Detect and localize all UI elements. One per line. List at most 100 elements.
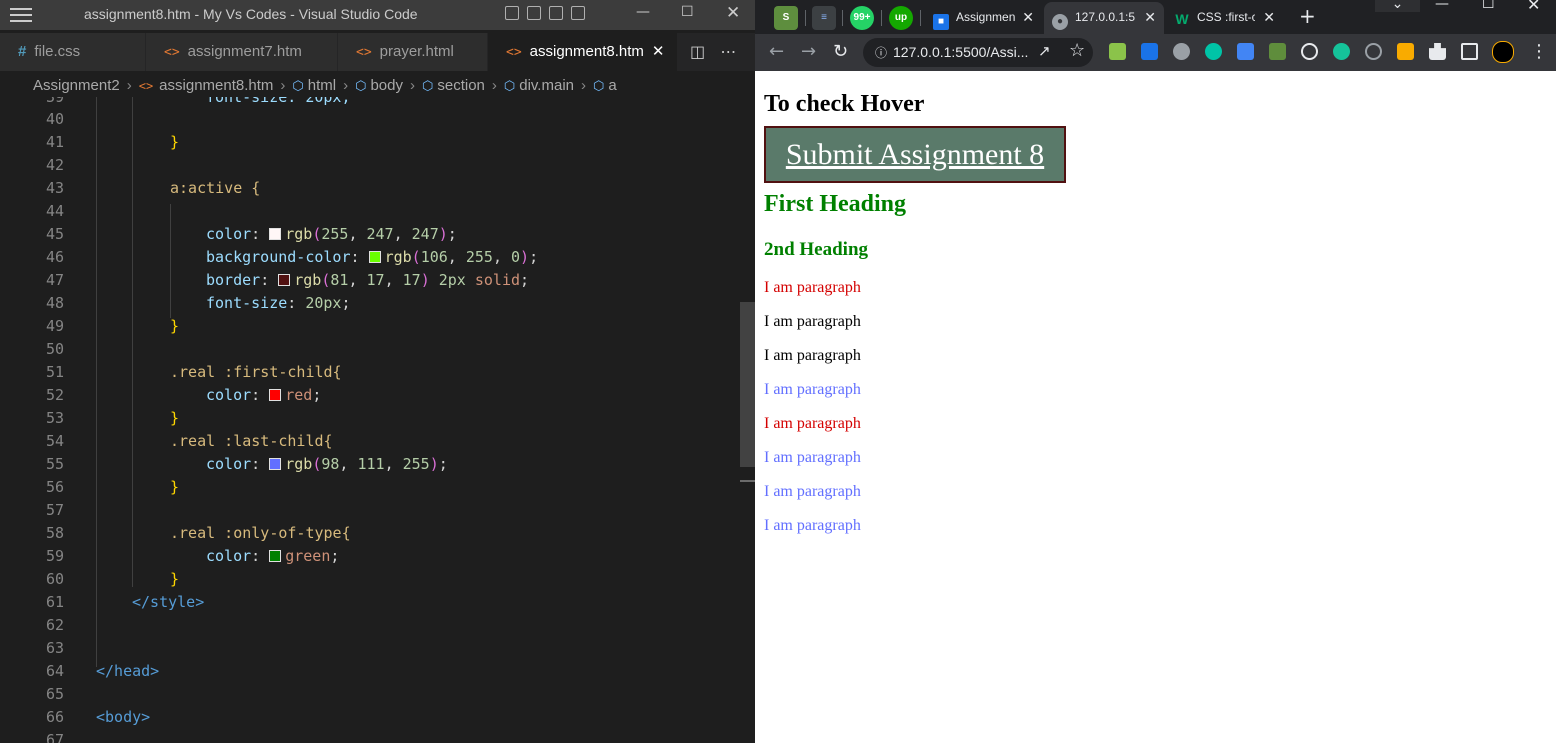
color-swatch-icon[interactable]	[269, 389, 282, 401]
code-line: 63	[45, 639, 64, 657]
breadcrumb-div-main[interactable]: div.main	[519, 77, 574, 94]
color-swatch-icon[interactable]	[269, 458, 282, 470]
breadcrumb-folder[interactable]: Assignment2	[33, 77, 120, 94]
breadcrumb-section[interactable]: section	[437, 77, 485, 94]
minimize-icon[interactable]: —	[636, 4, 650, 20]
breadcrumb-body[interactable]: body	[370, 77, 403, 94]
kebab-menu-icon[interactable]: ⋮	[1530, 41, 1548, 62]
tab-file-css[interactable]: # file.css	[0, 33, 146, 71]
editor-actions: ◫ ⋯	[690, 33, 736, 71]
close-icon[interactable]: ✕	[726, 3, 740, 23]
grammarly-icon[interactable]	[1333, 43, 1350, 60]
globe-extension-icon[interactable]	[1365, 43, 1382, 60]
t-extension-icon[interactable]	[1397, 43, 1414, 60]
html-file-icon: <>	[356, 45, 372, 60]
code-line: 62	[45, 616, 64, 634]
paragraph: I am paragraph	[764, 517, 861, 534]
shopify-icon[interactable]: S	[774, 6, 798, 30]
camera-extension-icon[interactable]	[1173, 43, 1190, 60]
minimize-icon[interactable]: —	[1435, 0, 1449, 12]
code-line: 57	[45, 501, 64, 519]
vscode-titlebar: assignment8.htm - My Vs Codes - Visual S…	[0, 0, 755, 30]
code-line: 47 border: rgb(81, 17, 17) 2px solid;	[45, 271, 530, 289]
new-tab-button[interactable]: +	[1299, 4, 1316, 28]
reload-icon[interactable]: ↻	[833, 41, 848, 62]
whatsapp-icon[interactable]: 99+	[850, 6, 874, 30]
forward-icon[interactable]: →	[801, 41, 816, 62]
tab-assignment7[interactable]: <> assignment7.htm	[146, 33, 338, 71]
code-line: 44	[45, 202, 64, 220]
color-swatch-icon[interactable]	[269, 550, 282, 562]
chevron-right-icon: ›	[126, 77, 132, 94]
breadcrumb-a[interactable]: a	[608, 77, 616, 94]
tab-assignment8[interactable]: <> assignment8.htm ✕	[488, 33, 678, 71]
code-line: 58 .real :only-of-type{	[45, 524, 351, 542]
cube-icon: ⬡	[422, 78, 434, 93]
back-icon[interactable]: ←	[769, 41, 784, 62]
customize-layout-icon[interactable]	[571, 6, 585, 20]
extension-badge-icon[interactable]	[1269, 43, 1286, 60]
close-tab-icon[interactable]: ✕	[652, 43, 665, 60]
address-bar[interactable]: ⓘ 127.0.0.1:5500/Assi...	[863, 38, 1093, 67]
layout-controls	[505, 6, 593, 24]
more-actions-icon[interactable]: ⋯	[720, 42, 736, 61]
extension-icon[interactable]: ≡	[812, 6, 836, 30]
close-tab-icon[interactable]: ✕	[1144, 2, 1156, 32]
scrollbar-thumb[interactable]	[740, 302, 755, 467]
toggle-panel-icon[interactable]	[527, 6, 541, 20]
breadcrumb-html[interactable]: html	[308, 77, 336, 94]
paragraph: I am paragraph	[764, 483, 861, 500]
sync-extension-icon[interactable]	[1301, 43, 1318, 60]
upwork-icon[interactable]: up	[889, 6, 913, 30]
download-extension-icon[interactable]	[1141, 43, 1158, 60]
tab-separator	[842, 10, 843, 26]
profile-avatar[interactable]	[1492, 41, 1514, 63]
cube-icon: ⬡	[503, 78, 516, 93]
code-line: 55 color: rgb(98, 111, 255);	[45, 455, 448, 473]
editor-tabs: # file.css <> assignment7.htm <> prayer.htm…	[0, 33, 755, 71]
tab-assignment[interactable]: ■ Assignmen ✕	[925, 2, 1042, 34]
close-tab-icon[interactable]: ✕	[1263, 2, 1275, 32]
breadcrumb-file[interactable]: assignment8.htm	[159, 77, 273, 94]
puzzle-extensions-icon[interactable]	[1429, 43, 1446, 60]
hamburger-menu-icon[interactable]	[10, 8, 32, 22]
code-line: 53}	[45, 409, 180, 427]
maximize-icon[interactable]: ☐	[1482, 0, 1495, 12]
first-heading: First Heading	[764, 191, 906, 217]
info-icon[interactable]: ⓘ	[875, 46, 887, 60]
second-heading: 2nd Heading	[764, 239, 869, 260]
vscode-window: assignment8.htm - My Vs Codes - Visual S…	[0, 0, 755, 743]
chrome-toolbar: ← → ↻ ⓘ 127.0.0.1:5500/Assi... ↗ ☆ ⋮	[755, 34, 1556, 71]
toggle-sidebar-icon[interactable]	[505, 6, 519, 20]
translate-icon[interactable]	[1237, 43, 1254, 60]
code-line: 60}	[45, 570, 180, 588]
close-tab-icon[interactable]: ✕	[1022, 2, 1034, 32]
code-line: 48 font-size: 20px;	[45, 294, 351, 312]
color-swatch-icon[interactable]	[368, 251, 381, 263]
toggle-secondary-sidebar-icon[interactable]	[549, 6, 563, 20]
chevron-right-icon: ›	[343, 77, 349, 94]
color-swatch-icon[interactable]	[269, 228, 282, 240]
paragraph: I am paragraph	[764, 347, 861, 364]
tab-search-icon[interactable]: ⌄	[1375, 0, 1420, 12]
editor-scrollbar[interactable]	[740, 97, 755, 743]
paragraph: I am paragraph	[764, 279, 861, 296]
bookmark-star-icon[interactable]: ☆	[1069, 40, 1085, 61]
submit-assignment-link[interactable]: Submit Assignment 8	[764, 126, 1066, 183]
tab-prayer[interactable]: <> prayer.html	[338, 33, 488, 71]
html-file-icon: <>	[164, 45, 180, 60]
code-line: 41}	[45, 133, 180, 151]
code-editor[interactable]: 39 font-size: 20px; 40 41} 42 43 a:active …	[0, 97, 740, 743]
close-icon[interactable]: ✕	[1527, 0, 1540, 14]
split-editor-icon[interactable]: ◫	[690, 42, 705, 61]
extension-1-icon[interactable]	[1109, 43, 1126, 60]
tab-localhost[interactable]: ● 127.0.0.1:5 ✕	[1044, 2, 1164, 34]
maximize-icon[interactable]: ☐	[681, 4, 694, 20]
side-panel-icon[interactable]	[1461, 43, 1478, 60]
tab-css-first-child[interactable]: W CSS :first-c ✕	[1166, 2, 1283, 34]
window-title: assignment8.htm - My Vs Codes - Visual S…	[84, 6, 418, 22]
color-swatch-icon[interactable]	[278, 274, 291, 286]
tab-separator	[805, 10, 806, 26]
share-icon[interactable]: ↗	[1038, 42, 1051, 60]
refresh-extension-icon[interactable]	[1205, 43, 1222, 60]
